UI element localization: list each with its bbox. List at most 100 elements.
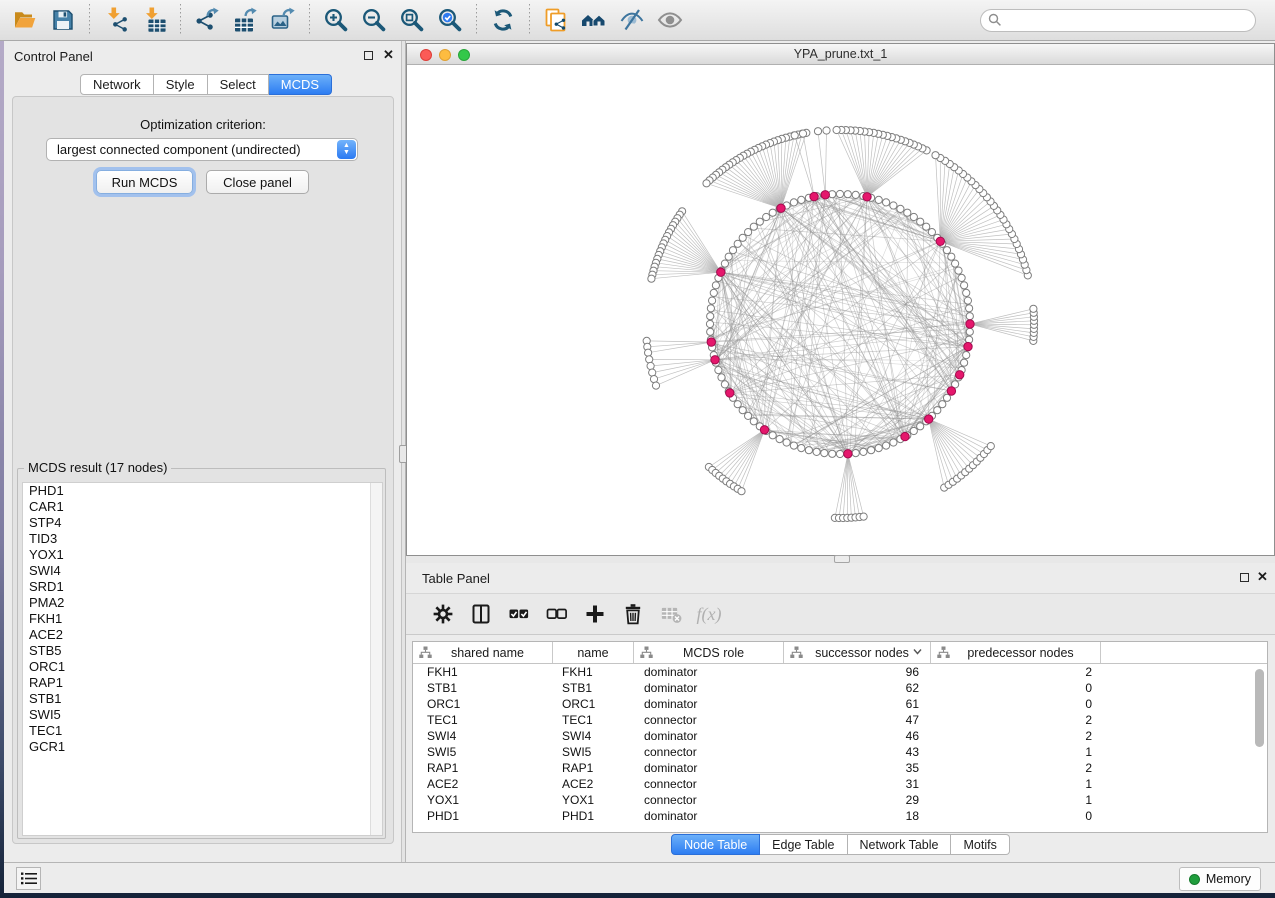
result-node[interactable]: STP4 (23, 515, 382, 531)
network-node[interactable] (703, 180, 710, 187)
network-node[interactable] (836, 190, 843, 197)
open-folder-button[interactable] (6, 3, 44, 37)
export-network-button[interactable] (188, 3, 226, 37)
network-node[interactable] (707, 313, 714, 320)
network-node[interactable] (791, 132, 798, 139)
result-node[interactable]: SWI5 (23, 707, 382, 723)
network-node[interactable] (833, 126, 840, 133)
network-node[interactable] (645, 349, 652, 356)
network-node[interactable] (709, 297, 716, 304)
maximize-window-icon[interactable] (458, 49, 470, 61)
column-header-name[interactable]: name (553, 642, 634, 663)
network-node[interactable] (958, 274, 965, 281)
mcds-result-list[interactable]: PHD1CAR1STP4TID3YOX1SWI4SRD1PMA2FKH1ACE2… (22, 482, 383, 836)
network-node[interactable] (769, 432, 776, 439)
result-list-scrollbar[interactable] (370, 483, 382, 835)
result-node[interactable]: FKH1 (23, 611, 382, 627)
table-row[interactable]: PHD1PHD1dominator180 (413, 808, 1267, 824)
export-image-button[interactable] (264, 3, 302, 37)
network-node[interactable] (860, 448, 867, 455)
tab-style[interactable]: Style (154, 74, 208, 95)
network-node[interactable] (910, 427, 917, 434)
tab-mcds[interactable]: MCDS (269, 74, 332, 95)
network-node[interactable] (725, 253, 732, 260)
column-header-predecessor-nodes[interactable]: predecessor nodes (931, 642, 1101, 663)
task-history-button[interactable] (16, 867, 41, 890)
network-node[interactable] (1030, 305, 1037, 312)
table-row[interactable]: ORC1ORC1dominator610 (413, 696, 1267, 712)
network-node[interactable] (769, 209, 776, 216)
network-node[interactable] (932, 152, 939, 159)
eye-button[interactable] (651, 3, 689, 37)
network-node[interactable] (987, 443, 994, 450)
mcds-hub-node[interactable] (810, 192, 818, 200)
network-node[interactable] (750, 418, 757, 425)
network-node[interactable] (966, 305, 973, 312)
close-panel-button[interactable]: Close panel (206, 170, 309, 194)
network-node[interactable] (734, 401, 741, 408)
tab-node-table[interactable]: Node Table (671, 834, 760, 855)
network-node[interactable] (948, 253, 955, 260)
network-node[interactable] (739, 234, 746, 241)
network-node[interactable] (904, 209, 911, 216)
network-node[interactable] (707, 305, 714, 312)
table-scrollbar[interactable] (1254, 665, 1265, 831)
network-node[interactable] (897, 205, 904, 212)
network-node[interactable] (963, 352, 970, 359)
mcds-hub-node[interactable] (901, 432, 909, 440)
table-row[interactable]: STB1STB1dominator620 (413, 680, 1267, 696)
network-node[interactable] (756, 218, 763, 225)
result-node[interactable]: STB5 (23, 643, 382, 659)
network-node[interactable] (799, 130, 806, 137)
mcds-hub-node[interactable] (844, 450, 852, 458)
import-network-button[interactable] (97, 3, 135, 37)
network-node[interactable] (961, 359, 968, 366)
zoom-selected-button[interactable] (431, 3, 469, 37)
network-node[interactable] (928, 229, 935, 236)
mcds-hub-node[interactable] (726, 389, 734, 397)
table-row[interactable]: RAP1RAP1dominator352 (413, 760, 1267, 776)
mcds-hub-node[interactable] (956, 371, 964, 379)
mcds-hub-node[interactable] (717, 268, 725, 276)
network-node[interactable] (829, 450, 836, 457)
network-node[interactable] (763, 213, 770, 220)
network-node[interactable] (813, 448, 820, 455)
network-node[interactable] (852, 450, 859, 457)
network-canvas[interactable] (407, 65, 1274, 555)
mcds-hub-node[interactable] (777, 204, 785, 212)
search-input[interactable] (980, 9, 1256, 32)
network-node[interactable] (934, 407, 941, 414)
network-node[interactable] (875, 196, 882, 203)
mcds-hub-node[interactable] (863, 193, 871, 201)
network-node[interactable] (783, 439, 790, 446)
result-node[interactable]: STB1 (23, 691, 382, 707)
network-node[interactable] (715, 367, 722, 374)
network-node[interactable] (963, 289, 970, 296)
network-node[interactable] (943, 247, 950, 254)
network-node[interactable] (883, 442, 890, 449)
result-node[interactable]: PHD1 (23, 483, 382, 499)
refresh-button[interactable] (484, 3, 522, 37)
network-node[interactable] (917, 218, 924, 225)
table-row[interactable]: YOX1YOX1connector291 (413, 792, 1267, 808)
network-node[interactable] (890, 439, 897, 446)
tab-select[interactable]: Select (208, 74, 269, 95)
mcds-hub-node[interactable] (966, 320, 974, 328)
result-node[interactable]: SRD1 (23, 579, 382, 595)
clone-network-button[interactable] (537, 3, 575, 37)
network-node[interactable] (823, 127, 830, 134)
network-node[interactable] (955, 267, 962, 274)
check-all-button[interactable] (500, 597, 538, 631)
houses-button[interactable] (575, 3, 613, 37)
export-table-button[interactable] (226, 3, 264, 37)
mcds-hub-node[interactable] (964, 342, 972, 350)
network-node[interactable] (739, 407, 746, 414)
network-node[interactable] (729, 247, 736, 254)
zoom-out-button[interactable] (355, 3, 393, 37)
mcds-hub-node[interactable] (760, 426, 768, 434)
network-node[interactable] (868, 447, 875, 454)
import-table-button[interactable] (135, 3, 173, 37)
tab-network[interactable]: Network (80, 74, 154, 95)
column-header-successor-nodes[interactable]: successor nodes (784, 642, 931, 663)
column-header-shared-name[interactable]: shared name (413, 642, 553, 663)
